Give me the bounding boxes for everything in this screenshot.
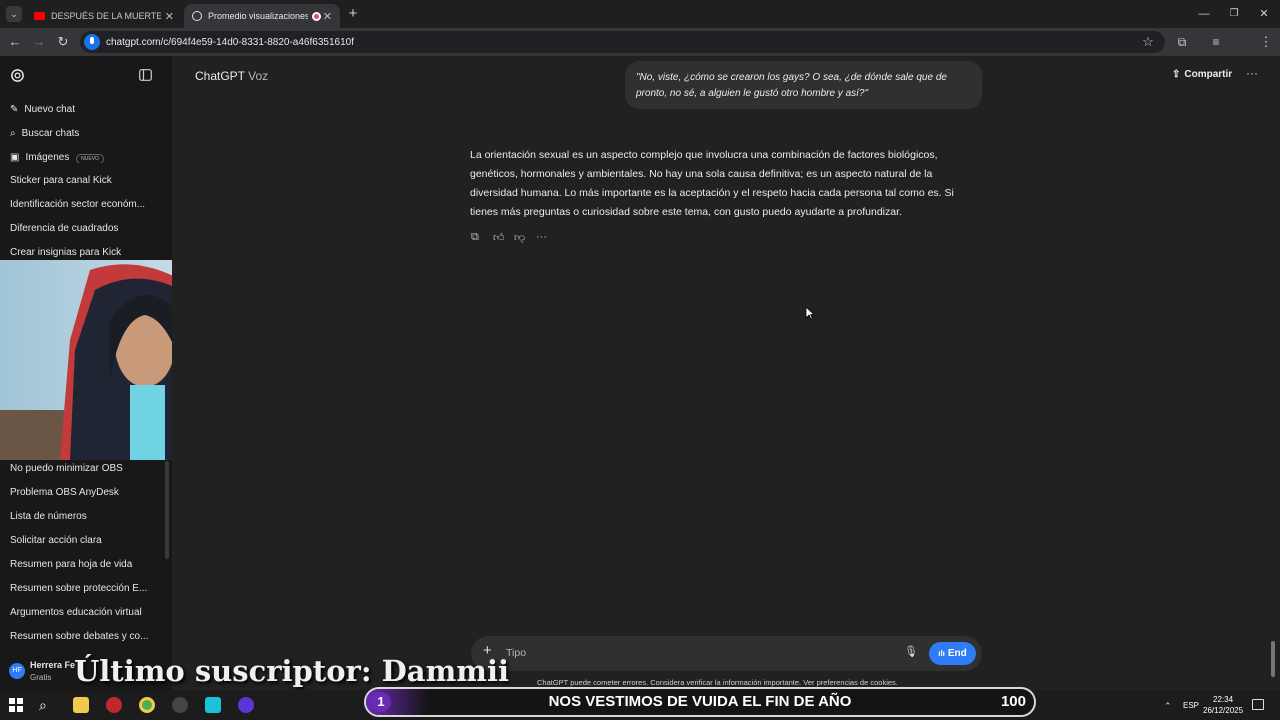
chat-item[interactable]: Resumen para hoja de vida: [10, 559, 160, 570]
chat-main: ChatGPT Voz ⇪ Compartir ··· "No, viste, ¿…: [172, 56, 1280, 690]
image-icon: ▣: [10, 152, 20, 163]
chat-item[interactable]: Sticker para canal Kick: [10, 175, 160, 186]
tab-title: Promedio visualizaciones G: [208, 11, 308, 21]
close-tab-icon[interactable]: ✕: [323, 10, 332, 23]
openai-logo-icon[interactable]: [10, 68, 25, 83]
user-avatar[interactable]: HF: [9, 663, 25, 679]
back-icon[interactable]: ←: [7, 34, 23, 50]
youtube-icon: [34, 12, 45, 20]
share-button[interactable]: ⇪ Compartir: [1172, 69, 1232, 80]
chat-item[interactable]: No puedo minimizar OBS: [10, 463, 160, 474]
disclaimer-text: ChatGPT puede cometer errores. Considera…: [537, 678, 898, 687]
assistant-message: La orientación sexual es un aspecto comp…: [470, 149, 954, 218]
tab-youtube[interactable]: DESPUÉS DE LA MUERTE | DOC ✕: [26, 4, 182, 28]
forward-icon[interactable]: →: [31, 34, 47, 50]
minimize-icon[interactable]: —: [1196, 6, 1212, 22]
main-scrollbar[interactable]: [1271, 641, 1275, 677]
chatgpt-icon: [192, 11, 202, 21]
chat-item[interactable]: Resumen sobre protección E...: [10, 583, 160, 594]
app-icon[interactable]: [205, 697, 221, 713]
model-selector[interactable]: ChatGPT Voz: [195, 69, 268, 83]
sidebar-scrollbar[interactable]: [165, 461, 169, 559]
bookmark-star-icon[interactable]: ☆: [1140, 34, 1156, 50]
tray-chevron-icon[interactable]: ⌃: [1164, 701, 1172, 712]
chat-item[interactable]: Argumentos educación virtual: [10, 607, 160, 618]
chat-item[interactable]: Lista de números: [10, 511, 160, 522]
chrome-icon[interactable]: [139, 697, 155, 713]
goal-target: 100: [1000, 693, 1026, 710]
windows-start-icon[interactable]: [9, 698, 23, 712]
close-tab-icon[interactable]: ✕: [165, 10, 174, 23]
end-voice-button[interactable]: ılı End: [929, 642, 976, 665]
subscriber-goal-bar: 1 NOS VESTIMOS DE VUIDA EL FIN DE AÑO 10…: [364, 687, 1036, 717]
url-text: chatgpt.com/c/694f4e59-14d0-8331-8820-a4…: [106, 36, 354, 48]
extensions-icon[interactable]: ⧉: [1174, 34, 1190, 50]
chat-item[interactable]: Solicitar acción clara: [10, 535, 160, 546]
browser-toolbar: ← → ↻ chatgpt.com/c/694f4e59-14d0-8331-8…: [0, 28, 1280, 77]
chat-item[interactable]: Problema OBS AnyDesk: [10, 487, 160, 498]
media-icon[interactable]: ≡: [1208, 34, 1224, 50]
close-window-icon[interactable]: ✕: [1256, 6, 1272, 22]
edit-icon: ✎: [10, 104, 19, 115]
search-chats-button[interactable]: ⌕ Buscar chats: [10, 128, 160, 139]
mouse-cursor-icon: [805, 306, 815, 320]
language-indicator[interactable]: ESP: [1183, 701, 1199, 710]
microphone-permission-icon[interactable]: [84, 34, 100, 50]
more-options-icon[interactable]: ···: [1246, 66, 1258, 80]
microphone-icon[interactable]: 🎙︎: [904, 645, 918, 658]
more-actions-icon[interactable]: ···: [536, 231, 547, 243]
browser-tab-bar: ⌄ DESPUÉS DE LA MUERTE | DOC ✕ Promedio …: [0, 0, 1280, 28]
clock-date[interactable]: 26/12/2025: [1203, 706, 1243, 715]
clock-time[interactable]: 22:34: [1213, 695, 1233, 704]
thumbs-down-icon[interactable]: 👎︎: [514, 231, 525, 244]
voice-waveform-icon: ılı: [938, 649, 945, 658]
user-plan: Gratis: [30, 673, 52, 682]
tab-chatgpt[interactable]: Promedio visualizaciones G ✕: [184, 4, 340, 28]
message-input[interactable]: Tipo: [506, 647, 526, 659]
reload-icon[interactable]: ↻: [55, 34, 71, 50]
obs-icon[interactable]: [172, 697, 188, 713]
app-icon[interactable]: [106, 697, 122, 713]
tab-title: DESPUÉS DE LA MUERTE | DOC: [51, 11, 161, 21]
composer: + Tipo 🎙︎ ılı End: [471, 636, 982, 671]
search-icon: ⌕: [10, 128, 16, 139]
copy-icon[interactable]: ⧉: [471, 231, 479, 244]
restore-icon[interactable]: ❐: [1226, 6, 1242, 22]
app-icon[interactable]: [238, 697, 254, 713]
chat-item[interactable]: Diferencia de cuadrados: [10, 223, 160, 234]
address-bar[interactable]: chatgpt.com/c/694f4e59-14d0-8331-8820-a4…: [80, 31, 1165, 53]
user-name[interactable]: Herrera Fe: [30, 660, 75, 670]
share-icon: ⇪: [1172, 69, 1181, 80]
recording-icon: [312, 11, 321, 21]
file-explorer-icon[interactable]: [73, 697, 89, 713]
new-badge: NUEVO: [76, 154, 104, 163]
notifications-icon[interactable]: [1252, 699, 1264, 710]
chat-item[interactable]: Crear insignias para Kick: [10, 247, 160, 258]
chat-item[interactable]: Resumen sobre debates y co...: [10, 631, 160, 642]
sidebar-toggle-icon[interactable]: [139, 69, 152, 81]
images-button[interactable]: ▣ Imágenes NUEVO: [10, 152, 160, 163]
thumbs-up-icon[interactable]: 👍︎: [493, 231, 505, 244]
new-chat-button[interactable]: ✎ Nuevo chat: [10, 104, 160, 115]
user-message: "No, viste, ¿cómo se crearon los gays? O…: [625, 61, 982, 109]
goal-title: NOS VESTIMOS DE VUIDA EL FIN DE AÑO: [548, 693, 852, 710]
tab-search-icon[interactable]: ⌄: [6, 6, 22, 22]
last-subscriber-overlay: Último suscriptor: Dammii: [74, 654, 509, 688]
search-icon[interactable]: ⌕: [39, 697, 47, 714]
browser-menu-icon[interactable]: ⋮: [1258, 34, 1274, 50]
new-tab-icon[interactable]: +: [345, 6, 361, 22]
chat-item[interactable]: Identificación sector económ...: [10, 199, 160, 210]
